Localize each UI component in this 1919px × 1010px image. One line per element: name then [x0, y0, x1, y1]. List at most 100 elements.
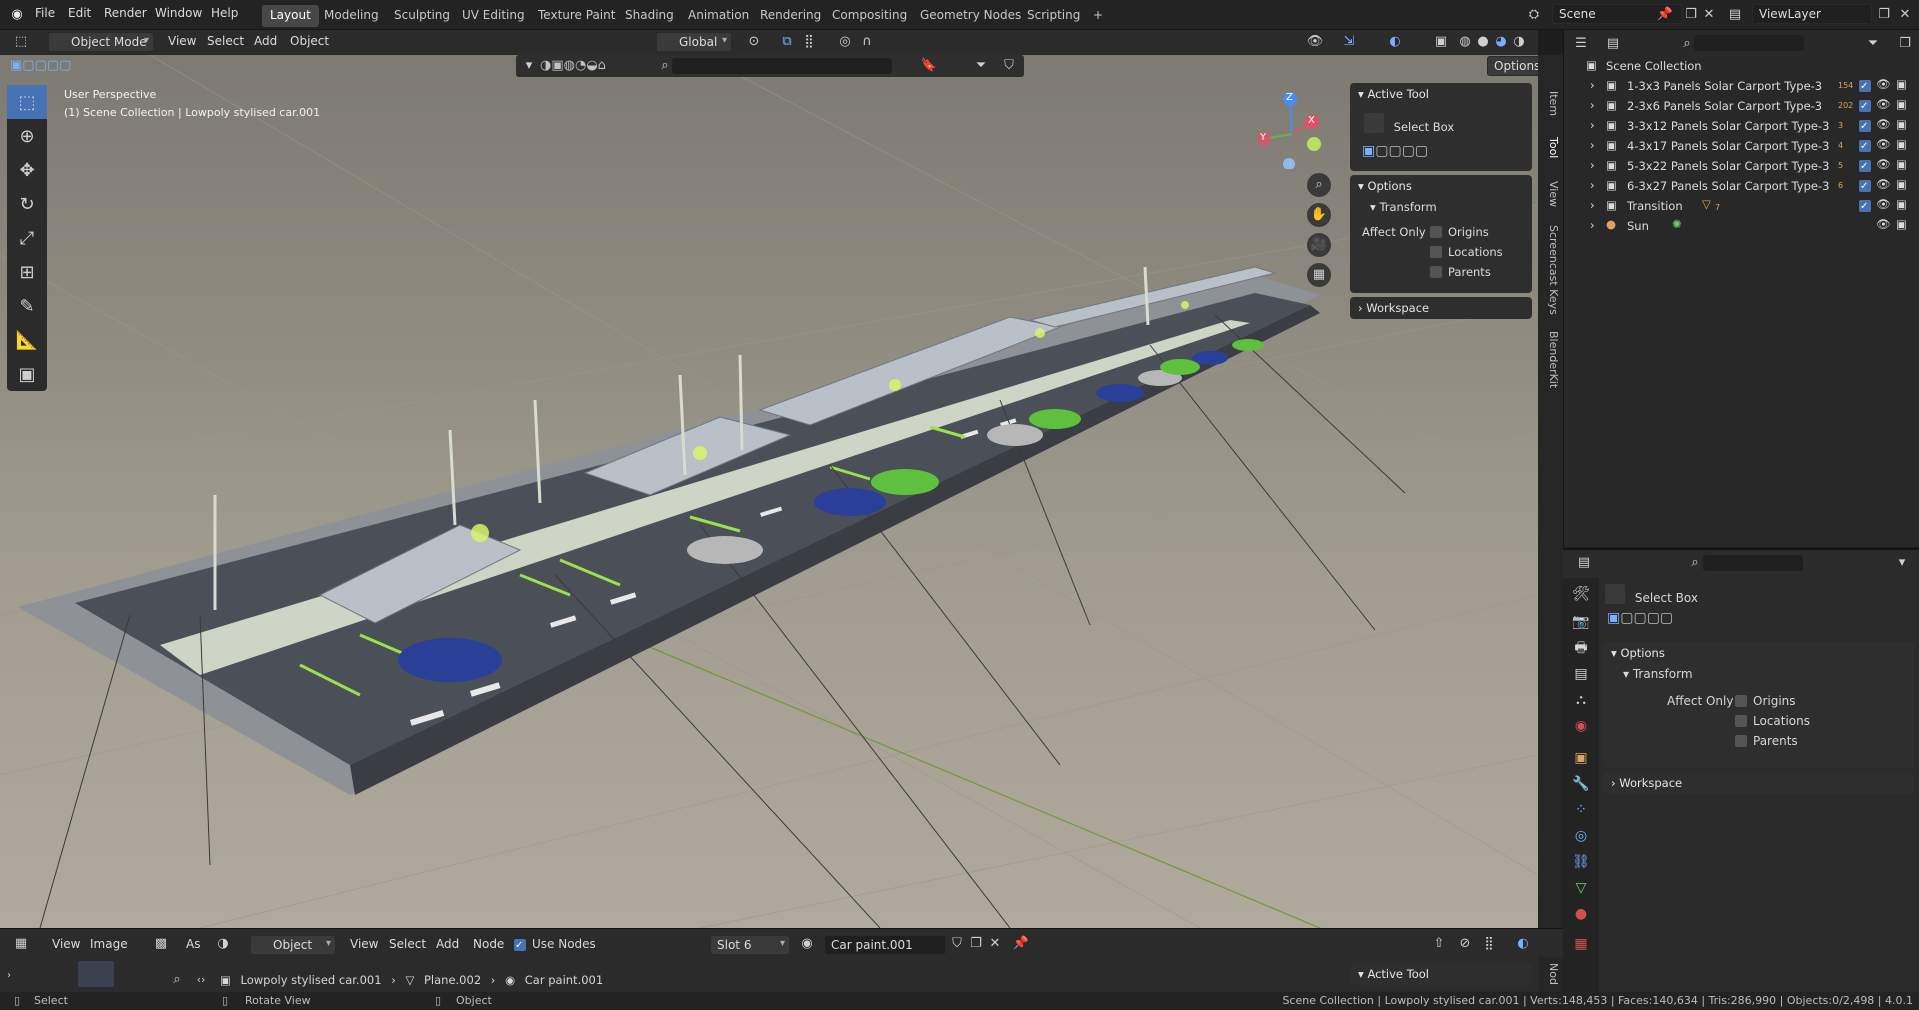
menu-add[interactable]: Add	[254, 34, 277, 48]
expand-icon[interactable]: ›	[1590, 138, 1595, 152]
transform-header[interactable]: ▾ Transform	[1370, 200, 1437, 214]
camera-icon[interactable]: ▣	[1896, 177, 1907, 191]
proportional-edit-icon[interactable]: ◎	[836, 33, 854, 51]
3d-viewport[interactable]: User Perspective (1) Scene Collection | …	[0, 55, 1538, 928]
collapse-icon[interactable]: ▾	[520, 57, 538, 75]
eye-icon[interactable]: 👁	[1876, 217, 1891, 231]
bookmark-icon[interactable]: 🔖	[920, 57, 938, 75]
layers-icons[interactable]: ◑▣◍◔◒⌂	[540, 57, 640, 75]
menu-object[interactable]: Object	[290, 34, 329, 48]
camera-icon[interactable]: ▣	[1896, 97, 1907, 111]
blender-logo-icon[interactable]: ◉	[8, 6, 26, 24]
move-tool[interactable]: ✥	[7, 153, 47, 187]
overlay-icon[interactable]: ◐	[1386, 33, 1404, 51]
props-parents-checkbox[interactable]: Parents	[1735, 734, 1798, 748]
outliner-filter-icon[interactable]: ⏷	[1864, 35, 1882, 53]
zoom-icon[interactable]: ⌕	[168, 971, 186, 989]
solid-shading-icon[interactable]: ●	[1474, 33, 1492, 51]
transform-tool[interactable]: ⊞	[7, 255, 47, 289]
camera-icon[interactable]: ▣	[1896, 77, 1907, 91]
wireframe-shading-icon[interactable]: ◍	[1456, 33, 1474, 51]
falloff-icon[interactable]: ∩	[858, 33, 876, 51]
node-overlay-icon[interactable]: ◐	[1514, 935, 1532, 953]
camera-icon[interactable]: ▣	[1896, 137, 1907, 151]
props-workspace-panel[interactable]: › Workspace	[1603, 772, 1915, 794]
eye-icon[interactable]: 👁	[1876, 117, 1891, 131]
outliner-item-6[interactable]: › ▣ 6-3x27 Panels Solar Carport Type-3 6…	[1564, 175, 1919, 195]
gizmo-icon[interactable]: ⇲	[1340, 33, 1358, 51]
expand-icon[interactable]: ›	[1590, 78, 1595, 92]
ortho-toggle-icon[interactable]: ▦	[1307, 263, 1331, 287]
camera-icon[interactable]: ▣	[1896, 117, 1907, 131]
menu-node-add[interactable]: Add	[436, 937, 459, 951]
pivot-icon[interactable]: ⊙	[745, 33, 763, 51]
data-tab-icon[interactable]: ▽	[1571, 878, 1591, 898]
viewport-search-input[interactable]	[672, 58, 892, 74]
tab-tool[interactable]: Tool	[1542, 137, 1560, 158]
breadcrumb-mesh[interactable]: Plane.002	[424, 973, 481, 987]
outliner-item-2[interactable]: › ▣ 2-3x6 Panels Solar Carport Type-3 20…	[1564, 95, 1919, 115]
exclude-checkbox[interactable]	[1859, 198, 1877, 212]
menu-node[interactable]: Node	[473, 937, 504, 951]
outliner-item-transition[interactable]: › ▣ Transition ▽ 7 👁 ▣	[1564, 195, 1919, 215]
props-locations-checkbox[interactable]: Locations	[1735, 714, 1810, 728]
material-browse-icon[interactable]: ◉	[798, 935, 816, 953]
camera-view-icon[interactable]: 🎥	[1307, 233, 1331, 257]
new-collection-icon[interactable]: ❐	[1896, 35, 1914, 53]
select-mode-buttons[interactable]: ▣▢▢▢▢	[1362, 143, 1428, 159]
view-layer-icon[interactable]: ▤	[1726, 6, 1744, 24]
texture-tab-icon[interactable]: ▦	[1571, 934, 1591, 954]
scale-tool[interactable]: ⤢	[7, 221, 47, 255]
tab-modeling[interactable]: Modeling	[316, 5, 387, 27]
visibility-icon[interactable]: 👁	[1306, 33, 1324, 51]
expand-icon[interactable]: ›	[1590, 158, 1595, 172]
eye-icon[interactable]: 👁	[1876, 157, 1891, 171]
rotate-tool[interactable]: ↻	[7, 187, 47, 221]
expand-icon[interactable]: ›	[1590, 98, 1595, 112]
tab-item[interactable]: Item	[1542, 91, 1560, 116]
tab-rendering[interactable]: Rendering	[752, 5, 829, 27]
pin-icon[interactable]: 📌	[1012, 935, 1030, 953]
eye-icon[interactable]: 👁	[1876, 97, 1891, 111]
tab-shading[interactable]: Shading	[617, 5, 682, 27]
measure-tool[interactable]: 📐	[7, 323, 47, 357]
editor-type-icon[interactable]: ⬚	[12, 33, 30, 51]
tab-screencast-keys[interactable]: Screencast Keys	[1542, 225, 1560, 315]
camera-icon[interactable]: ▣	[1896, 197, 1907, 211]
fake-user-icon[interactable]: ⛉	[948, 935, 966, 953]
material-tab-icon[interactable]: ●	[1571, 904, 1591, 924]
xray-icon[interactable]: ▣	[1432, 33, 1450, 51]
eye-icon[interactable]: 👁	[1876, 77, 1891, 91]
pan-hand-icon[interactable]: ✋	[1307, 203, 1331, 227]
use-nodes-checkbox[interactable]: Use Nodes	[514, 937, 596, 951]
tab-compositing[interactable]: Compositing	[824, 5, 915, 27]
menu-render[interactable]: Render	[104, 6, 147, 20]
menu-view[interactable]: View	[168, 34, 196, 48]
properties-options-icon[interactable]: ▾	[1893, 554, 1911, 572]
physics-tab-icon[interactable]: ◎	[1571, 826, 1591, 846]
menu-help[interactable]: Help	[211, 6, 238, 20]
add-cube-tool[interactable]: ▣	[7, 357, 47, 391]
snap-icon[interactable]: ⧉	[778, 33, 796, 51]
camera-icon[interactable]: ▣	[1896, 217, 1907, 231]
expand-icon[interactable]: ›	[1590, 178, 1595, 192]
properties-search-icon[interactable]: ⌕	[1686, 554, 1704, 572]
navigation-gizmo[interactable]: Z Y X	[1252, 89, 1332, 170]
new-scene-icon[interactable]: ❐	[1682, 6, 1700, 24]
properties-editor-icon[interactable]: ▤	[1575, 554, 1593, 572]
exclude-checkbox[interactable]	[1859, 178, 1877, 192]
outliner-editor-icon[interactable]: ☰	[1572, 35, 1590, 53]
eye-icon[interactable]: 👁	[1876, 177, 1891, 191]
outliner-item-4[interactable]: › ▣ 4-3x17 Panels Solar Carport Type-3 4…	[1564, 135, 1919, 155]
breadcrumb-object[interactable]: Lowpoly stylised car.001	[241, 973, 382, 987]
slot-dropdown[interactable]: Slot 6	[710, 935, 790, 955]
unlink-material-icon[interactable]: ✕	[986, 935, 1004, 953]
material-name-field[interactable]: Car paint.001	[824, 935, 946, 955]
props-options-header[interactable]: ▾ Options	[1603, 642, 1915, 664]
shield-icon[interactable]: ⛉	[1000, 57, 1018, 75]
exclude-checkbox[interactable]	[1859, 118, 1877, 132]
rendered-shading-icon[interactable]: ◑	[1510, 33, 1528, 51]
snap-node-icon[interactable]: ⊘	[1456, 935, 1474, 953]
breadcrumb-material[interactable]: Car paint.001	[525, 973, 603, 987]
menu-file[interactable]: File	[35, 6, 55, 20]
